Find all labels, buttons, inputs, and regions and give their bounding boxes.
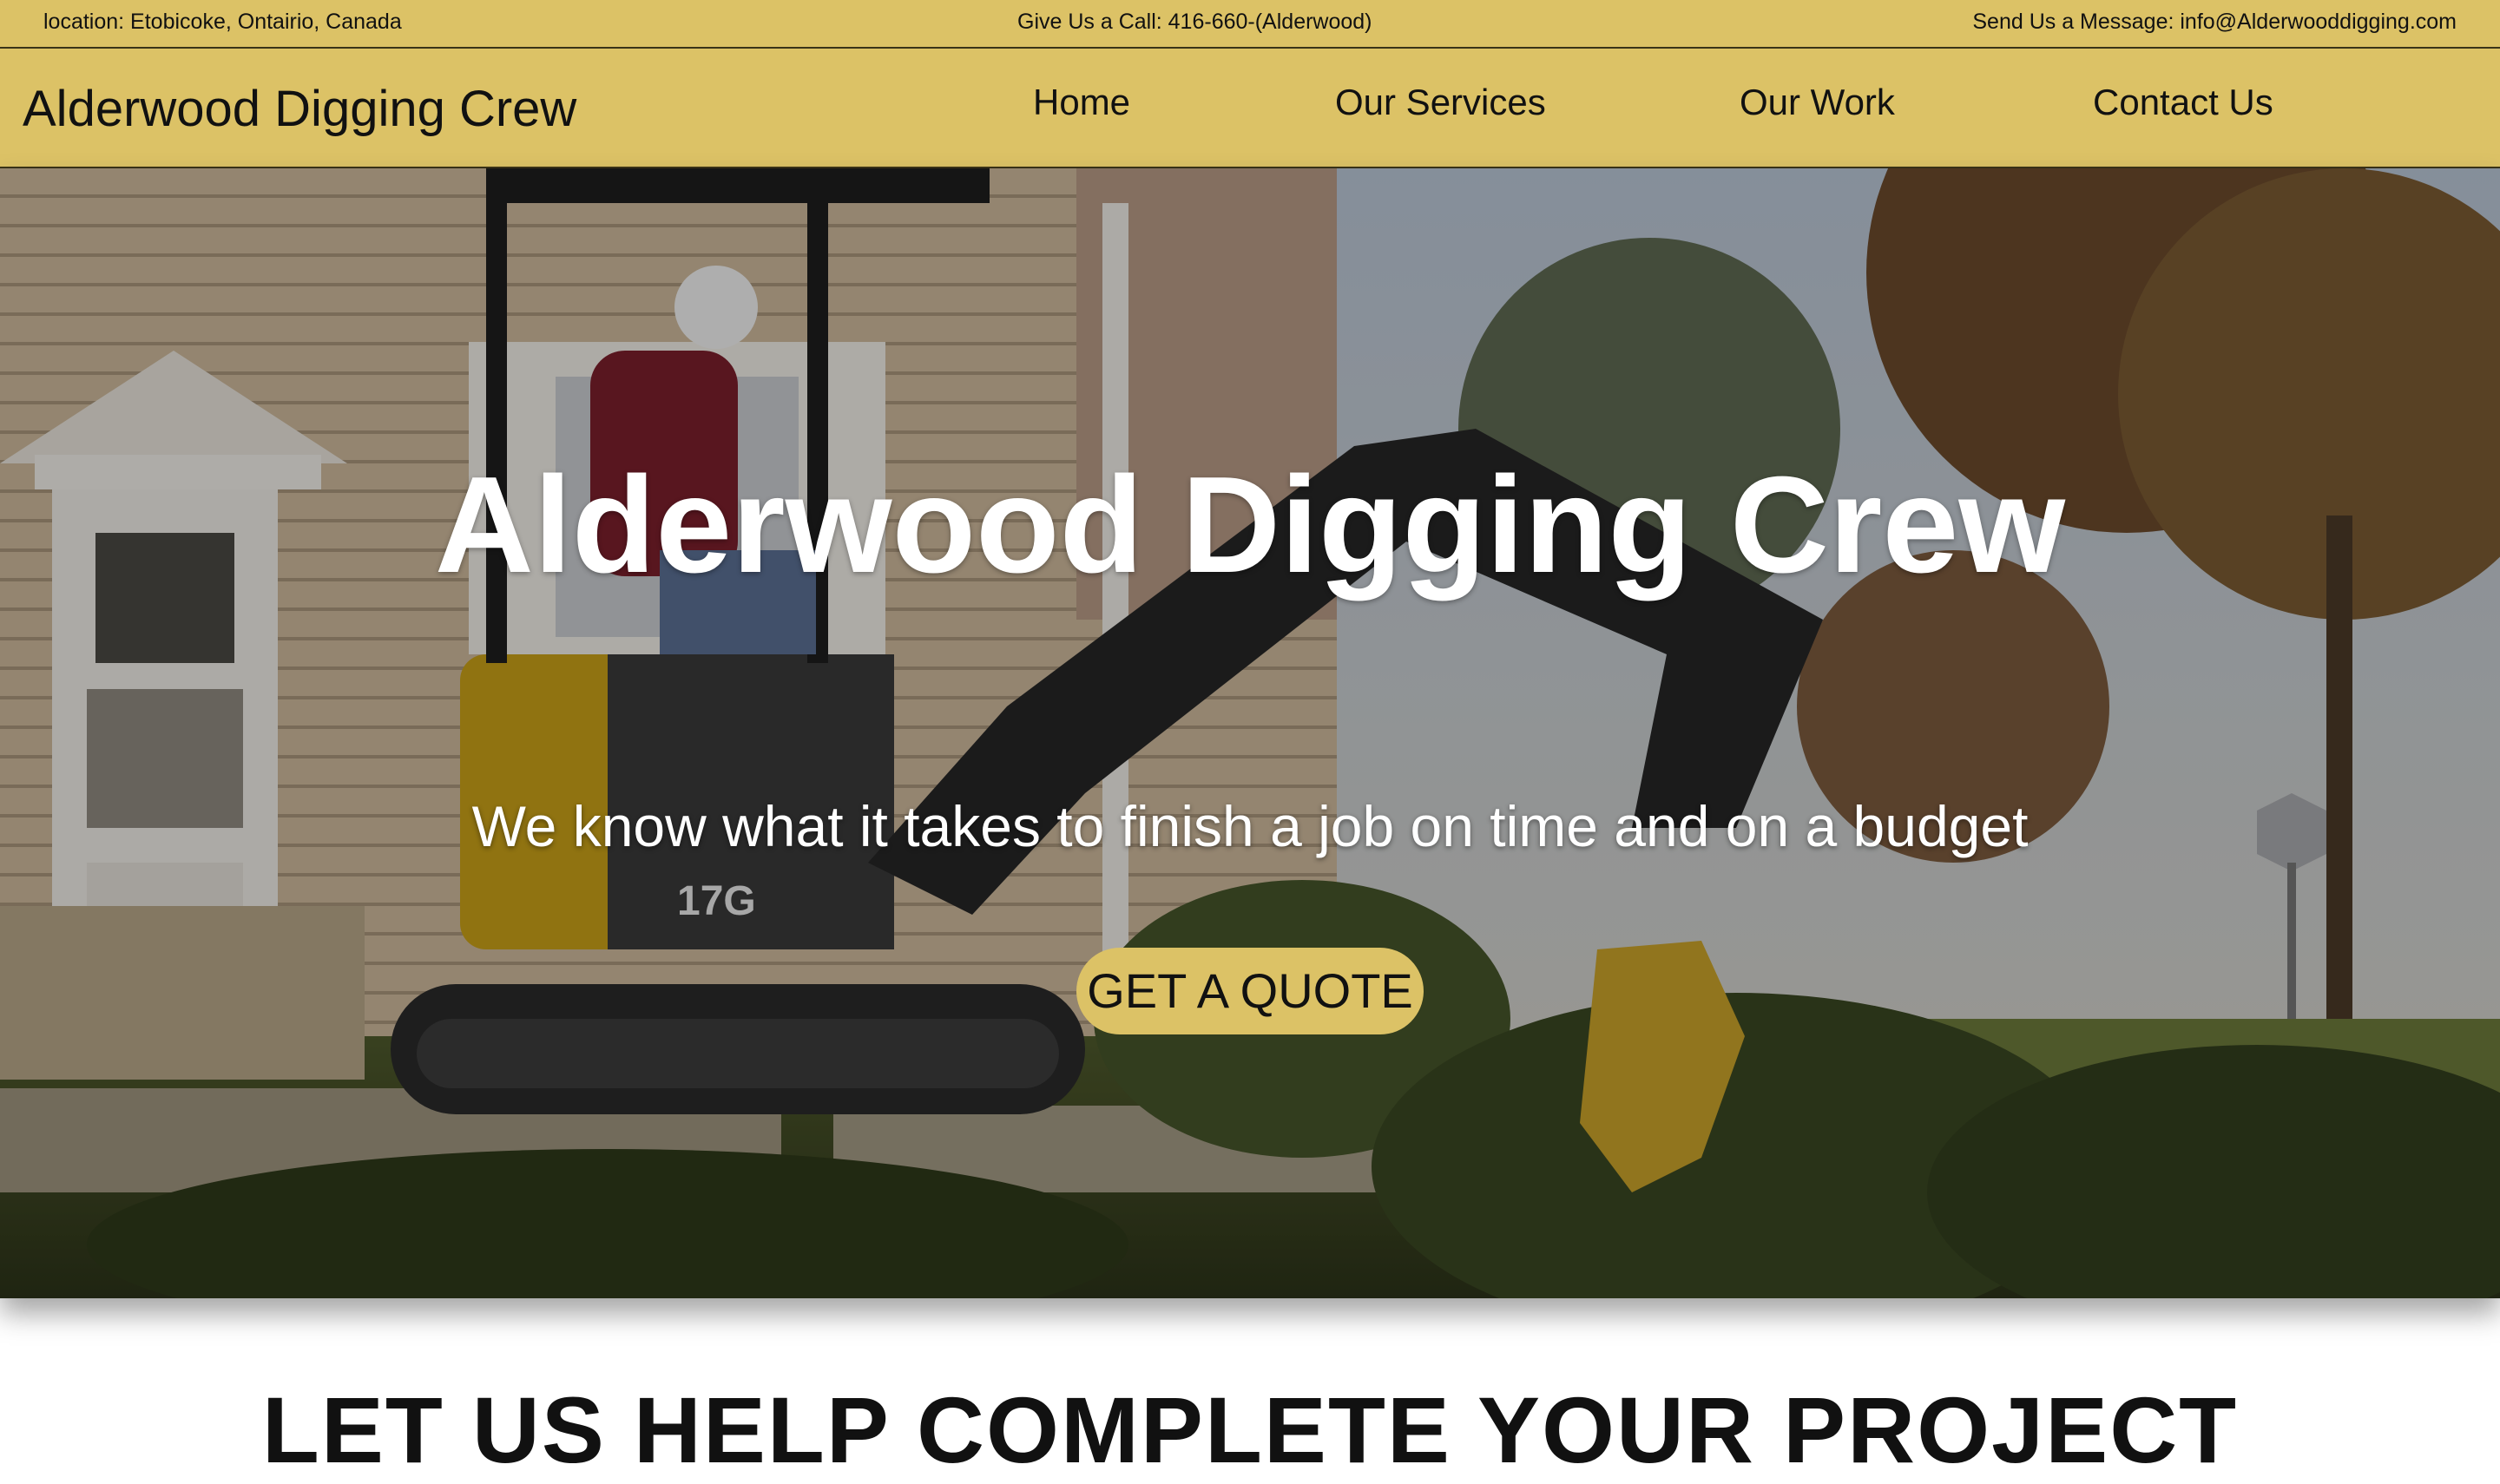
nav-services-link[interactable]: Our Services: [1335, 82, 1546, 123]
get-a-quote-button[interactable]: GET A QUOTE: [1076, 948, 1424, 1034]
hero-dark-overlay: [0, 168, 2500, 1298]
brand-logo-text[interactable]: Alderwood Digging Crew: [23, 80, 576, 138]
location-text: location: Etobicoke, Ontairio, Canada: [43, 10, 402, 34]
email-text[interactable]: Send Us a Message: info@Alderwooddigging…: [1972, 10, 2457, 35]
nav-home-link[interactable]: Home: [1033, 82, 1130, 123]
hero-title: Alderwood Digging Crew: [434, 449, 2066, 601]
hero-subtitle: We know what it takes to finish a job on…: [471, 794, 2029, 858]
nav-work-link[interactable]: Our Work: [1740, 82, 1895, 123]
main-navbar: Alderwood Digging Crew Home Our Services…: [0, 49, 2500, 168]
hero-section: 17G Alderwood Digging Crew We know what …: [0, 168, 2500, 1298]
top-info-bar: location: Etobicoke, Ontairio, Canada Gi…: [0, 0, 2500, 49]
section-heading: LET US HELP COMPLETE YOUR PROJECT: [261, 1377, 2239, 1482]
phone-text[interactable]: Give Us a Call: 416-660-(Alderwood): [1017, 10, 1372, 35]
nav-contact-link[interactable]: Contact Us: [2093, 82, 2273, 123]
